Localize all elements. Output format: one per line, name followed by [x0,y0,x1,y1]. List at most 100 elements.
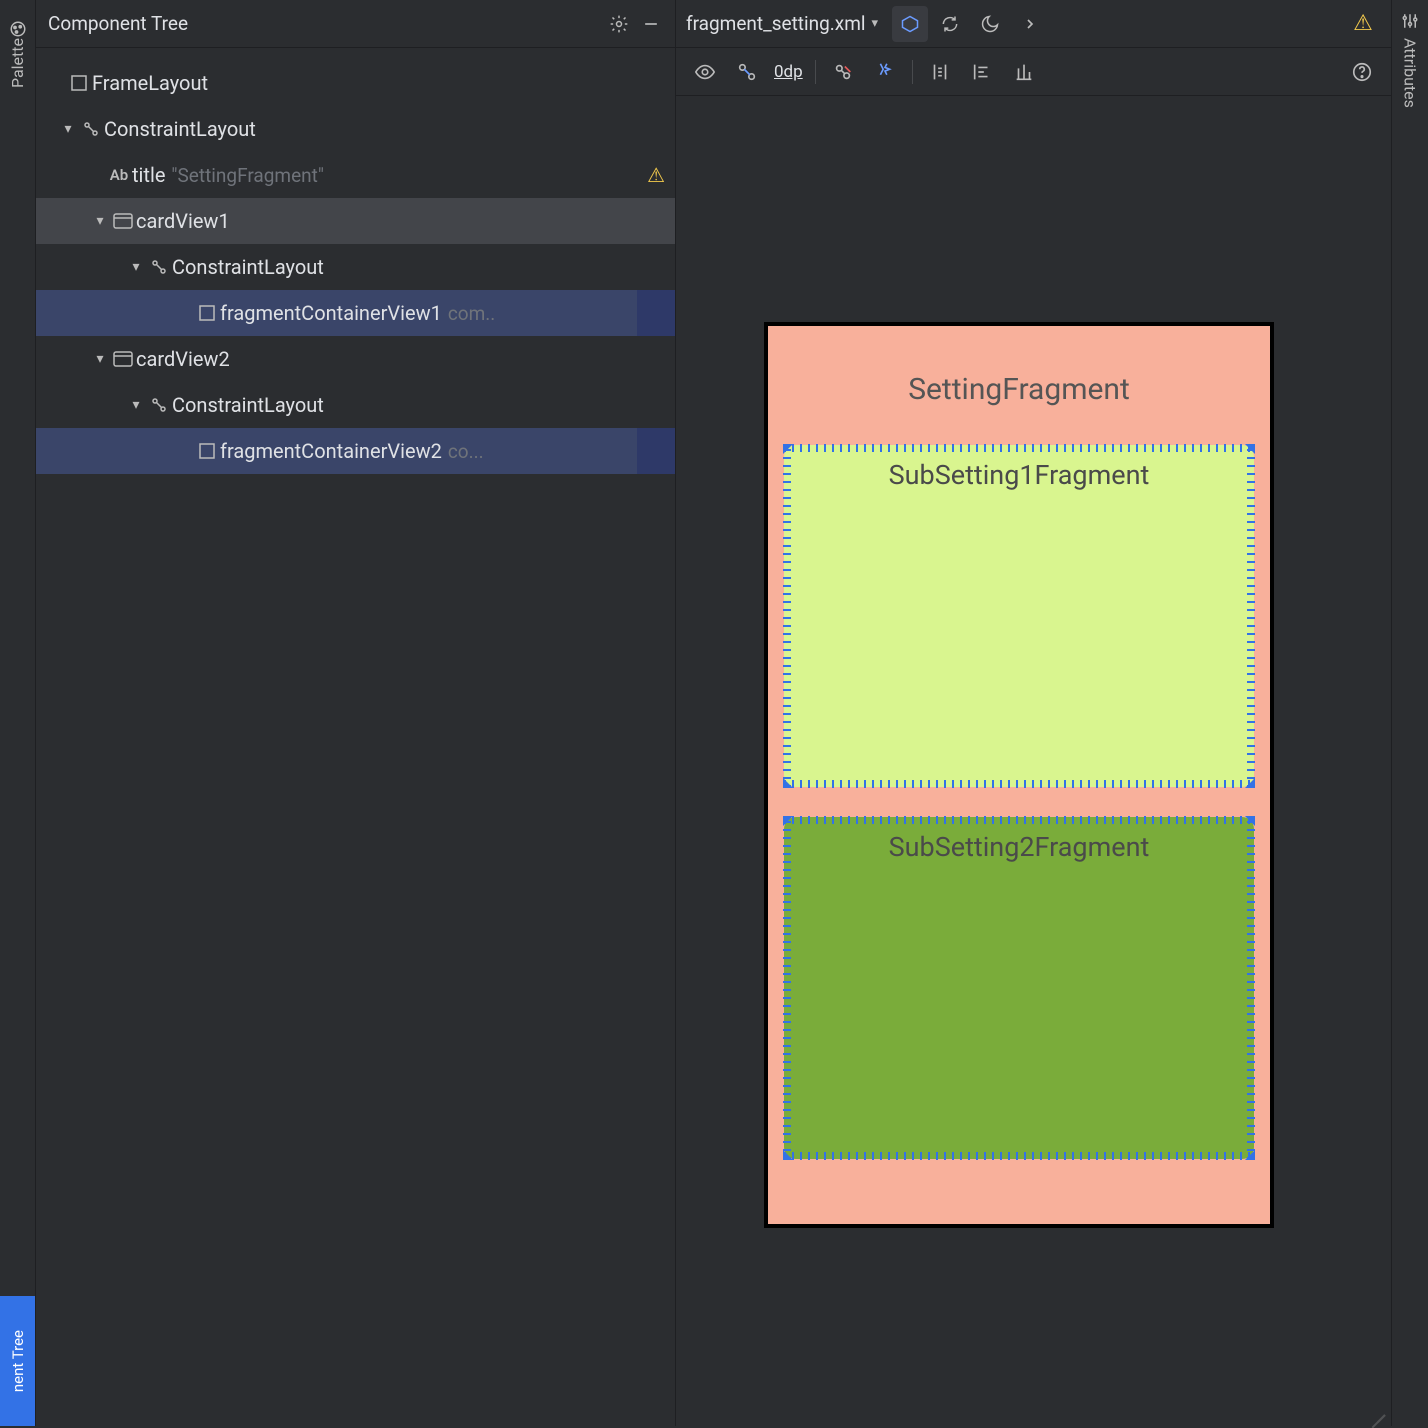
tree-item-cardview1[interactable]: ▾ cardView1 [36,198,675,244]
chevron-down-icon[interactable]: ▾ [58,121,78,137]
resize-grip[interactable] [1359,1394,1385,1420]
editor-tabbar: fragment_setting.xml ▾ ⚠ [676,0,1391,48]
cardview-icon [110,213,136,229]
fragment-icon [194,304,220,322]
separator [912,60,913,84]
constraint-handle[interactable] [783,1150,793,1160]
tree-item-label: fragmentContainerView1 [220,301,442,325]
chevron-down-icon: ▾ [872,16,879,31]
tree-item-constraintlayout[interactable]: ▾ ConstraintLayout [36,106,675,152]
card-subsetting2[interactable]: SubSetting2Fragment [784,817,1254,1159]
tree-item-framelayout[interactable]: FrameLayout [36,60,675,106]
rotate-icon[interactable] [932,6,968,42]
view-mode-buttons [892,6,1048,42]
autoconnect-icon[interactable] [728,54,766,90]
tree-item-label: ConstraintLayout [172,255,324,279]
tree-item-hint: com.. [448,302,495,325]
tree-item-label: cardView1 [136,209,230,233]
tree-item-fragment2[interactable]: fragmentContainerView2 co... [36,428,675,474]
chevron-down-icon[interactable]: ▾ [126,397,146,413]
component-tree-panel: Component Tree FrameLayout ▾ ConstraintL… [36,0,676,1426]
chevron-right-icon[interactable] [1012,6,1048,42]
card-label: SubSetting1Fragment [889,459,1150,491]
device-frame: SettingFragment SubSetting1Fragment [764,322,1274,1228]
constraint-icon [146,396,172,414]
tree-item-label: cardView2 [136,347,230,371]
palette-rail: Palette nent Tree [0,0,36,1426]
fragment-icon [194,442,220,460]
constraint-icon [78,120,104,138]
gear-icon[interactable] [607,12,631,36]
file-selector[interactable]: fragment_setting.xml ▾ [686,12,878,35]
palette-label[interactable]: Palette [8,38,27,88]
design-toolbar: 0dp [676,48,1391,96]
tree-item-hint: "SettingFragment" [171,164,324,187]
constraint-edge [783,445,791,787]
warning-icon[interactable]: ⚠ [1345,6,1381,42]
tree-header: Component Tree [36,0,675,48]
design-view-icon[interactable] [892,6,928,42]
fragment-root[interactable]: SettingFragment SubSetting1Fragment [768,326,1270,1224]
file-name: fragment_setting.xml [686,12,866,35]
constraint-handle[interactable] [1245,444,1255,454]
fragment-title[interactable]: SettingFragment [908,372,1130,407]
infer-constraints-icon[interactable] [866,54,904,90]
card-label: SubSetting2Fragment [889,831,1150,863]
tree-item-title[interactable]: Ab title "SettingFragment" ⚠ [36,152,675,198]
guidelines-icon[interactable] [1005,54,1043,90]
warning-icon[interactable]: ⚠ [647,163,665,187]
tree-item-label: fragmentContainerView2 [220,439,442,463]
tree-item-fragment1[interactable]: fragmentContainerView1 com.. [36,290,675,336]
card-subsetting1[interactable]: SubSetting1Fragment [784,445,1254,787]
constraint-handle[interactable] [1245,1150,1255,1160]
tree-item-label: ConstraintLayout [104,117,256,141]
chevron-down-icon[interactable]: ▾ [90,213,110,229]
textview-icon: Ab [106,166,132,184]
tree-item-label: FrameLayout [92,71,208,95]
default-margin-button[interactable]: 0dp [770,62,807,82]
selection-strip [637,290,675,336]
tree-body: FrameLayout ▾ ConstraintLayout Ab title … [36,48,675,1426]
constraint-edge [783,817,791,1159]
component-tree-tab-label: nent Tree [9,1330,27,1392]
chevron-down-icon[interactable]: ▾ [126,259,146,275]
tree-item-hint: co... [448,440,484,463]
constraint-edge [784,816,1254,824]
constraint-handle[interactable] [783,816,793,826]
pack-icon[interactable] [921,54,959,90]
palette-icon[interactable] [9,20,27,38]
tree-title: Component Tree [48,12,599,35]
constraint-edge [1247,445,1255,787]
tree-item-label: ConstraintLayout [172,393,324,417]
align-icon[interactable] [963,54,1001,90]
constraint-handle[interactable] [783,778,793,788]
constraint-handle[interactable] [1245,816,1255,826]
clear-constraints-icon[interactable] [824,54,862,90]
help-icon[interactable] [1343,54,1381,90]
constraint-edge [784,444,1254,452]
selection-strip [637,428,675,474]
tree-item-label: title [132,163,165,187]
constraint-icon [146,258,172,276]
tree-item-constraintlayout-3[interactable]: ▾ ConstraintLayout [36,382,675,428]
layout-icon [66,74,92,92]
separator [815,60,816,84]
constraint-handle[interactable] [1245,778,1255,788]
constraint-edge [784,1152,1254,1160]
tree-item-constraintlayout-2[interactable]: ▾ ConstraintLayout [36,244,675,290]
chevron-down-icon[interactable]: ▾ [90,351,110,367]
constraint-edge [784,780,1254,788]
night-mode-icon[interactable] [972,6,1008,42]
attributes-label[interactable]: Attributes [1401,38,1420,108]
minimize-icon[interactable] [639,12,663,36]
constraint-handle[interactable] [783,444,793,454]
constraint-edge [1247,817,1255,1159]
design-canvas[interactable]: SettingFragment SubSetting1Fragment [676,96,1391,1426]
eye-icon[interactable] [686,54,724,90]
tree-item-cardview2[interactable]: ▾ cardView2 [36,336,675,382]
layout-editor: fragment_setting.xml ▾ ⚠ 0dp SettingFrag… [676,0,1392,1426]
sliders-icon[interactable] [1401,12,1419,30]
cardview-icon [110,351,136,367]
component-tree-tab[interactable]: nent Tree [0,1296,35,1426]
attributes-rail: Attributes [1392,0,1428,1426]
